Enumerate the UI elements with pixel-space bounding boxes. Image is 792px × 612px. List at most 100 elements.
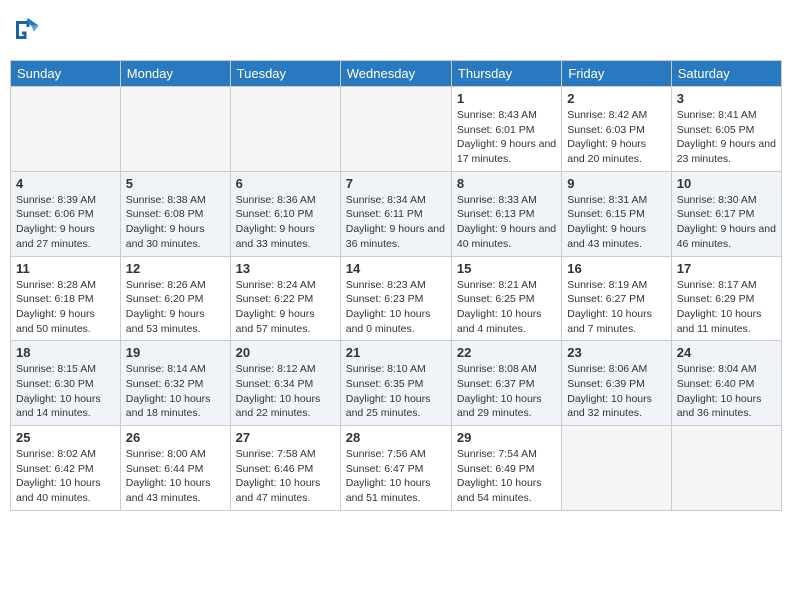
day-info: Sunrise: 7:56 AMSunset: 6:47 PMDaylight:… bbox=[346, 447, 446, 506]
week-row-5: 25Sunrise: 8:02 AMSunset: 6:42 PMDayligh… bbox=[11, 426, 782, 511]
day-number: 12 bbox=[126, 261, 225, 276]
week-row-3: 11 Sunrise: 8:28 AMSunset: 6:18 PMDayligh… bbox=[11, 256, 782, 341]
day-info: Sunrise: 8:14 AMSunset: 6:32 PMDaylight:… bbox=[126, 362, 225, 421]
day-info: Sunrise: 8:17 AMSunset: 6:29 PMDaylight:… bbox=[677, 278, 776, 337]
weekday-monday: Monday bbox=[120, 61, 230, 87]
calendar-cell bbox=[340, 87, 451, 172]
day-number: 3 bbox=[677, 91, 776, 106]
calendar-cell: 15Sunrise: 8:21 AMSunset: 6:25 PMDayligh… bbox=[451, 256, 561, 341]
day-number: 15 bbox=[457, 261, 556, 276]
day-number: 21 bbox=[346, 345, 446, 360]
day-info: Sunrise: 8:12 AMSunset: 6:34 PMDaylight:… bbox=[236, 362, 335, 421]
calendar-cell: 25Sunrise: 8:02 AMSunset: 6:42 PMDayligh… bbox=[11, 426, 121, 511]
day-number: 13 bbox=[236, 261, 335, 276]
day-number: 20 bbox=[236, 345, 335, 360]
calendar-cell: 13 Sunrise: 8:24 AMSunset: 6:22 PMDayligh… bbox=[230, 256, 340, 341]
calendar-cell: 28 Sunrise: 7:56 AMSunset: 6:47 PMDayligh… bbox=[340, 426, 451, 511]
day-number: 26 bbox=[126, 430, 225, 445]
day-info: Sunrise: 8:36 AMSunset: 6:10 PMDaylight:… bbox=[236, 193, 335, 252]
calendar-cell: 4Sunrise: 8:39 AMSunset: 6:06 PMDaylight… bbox=[11, 171, 121, 256]
day-number: 6 bbox=[236, 176, 335, 191]
calendar-cell bbox=[120, 87, 230, 172]
calendar-cell bbox=[671, 426, 781, 511]
day-number: 24 bbox=[677, 345, 776, 360]
day-number: 23 bbox=[567, 345, 665, 360]
day-number: 5 bbox=[126, 176, 225, 191]
day-info: Sunrise: 8:00 AMSunset: 6:44 PMDaylight:… bbox=[126, 447, 225, 506]
logo bbox=[10, 15, 44, 45]
day-info: Sunrise: 8:04 AMSunset: 6:40 PMDaylight:… bbox=[677, 362, 776, 421]
calendar-cell: 12 Sunrise: 8:26 AMSunset: 6:20 PMDayligh… bbox=[120, 256, 230, 341]
day-info: Sunrise: 8:24 AMSunset: 6:22 PMDaylight:… bbox=[236, 278, 335, 337]
day-info: Sunrise: 8:23 AMSunset: 6:23 PMDaylight:… bbox=[346, 278, 446, 337]
day-info: Sunrise: 8:43 AMSunset: 6:01 PMDaylight:… bbox=[457, 108, 556, 167]
day-number: 16 bbox=[567, 261, 665, 276]
day-info: Sunrise: 8:38 AMSunset: 6:08 PMDaylight:… bbox=[126, 193, 225, 252]
day-number: 4 bbox=[16, 176, 115, 191]
calendar-cell: 17 Sunrise: 8:17 AMSunset: 6:29 PMDayligh… bbox=[671, 256, 781, 341]
page-header bbox=[10, 10, 782, 50]
day-number: 17 bbox=[677, 261, 776, 276]
calendar-cell: 20 Sunrise: 8:12 AMSunset: 6:34 PMDayligh… bbox=[230, 341, 340, 426]
calendar-cell: 5 Sunrise: 8:38 AMSunset: 6:08 PMDaylight… bbox=[120, 171, 230, 256]
calendar-cell: 18 Sunrise: 8:15 AMSunset: 6:30 PMDayligh… bbox=[11, 341, 121, 426]
weekday-wednesday: Wednesday bbox=[340, 61, 451, 87]
day-info: Sunrise: 8:26 AMSunset: 6:20 PMDaylight:… bbox=[126, 278, 225, 337]
day-number: 29 bbox=[457, 430, 556, 445]
day-info: Sunrise: 8:28 AMSunset: 6:18 PMDaylight:… bbox=[16, 278, 115, 337]
calendar-cell: 2 Sunrise: 8:42 AMSunset: 6:03 PMDaylight… bbox=[562, 87, 671, 172]
calendar-cell: 6 Sunrise: 8:36 AMSunset: 6:10 PMDaylight… bbox=[230, 171, 340, 256]
day-info: Sunrise: 8:30 AMSunset: 6:17 PMDaylight:… bbox=[677, 193, 776, 252]
calendar-cell: 26 Sunrise: 8:00 AMSunset: 6:44 PMDayligh… bbox=[120, 426, 230, 511]
day-info: Sunrise: 7:54 AMSunset: 6:49 PMDaylight:… bbox=[457, 447, 556, 506]
calendar-cell: 9 Sunrise: 8:31 AMSunset: 6:15 PMDaylight… bbox=[562, 171, 671, 256]
day-info: Sunrise: 8:10 AMSunset: 6:35 PMDaylight:… bbox=[346, 362, 446, 421]
day-number: 8 bbox=[457, 176, 556, 191]
weekday-sunday: Sunday bbox=[11, 61, 121, 87]
calendar-cell: 29 Sunrise: 7:54 AMSunset: 6:49 PMDayligh… bbox=[451, 426, 561, 511]
day-info: Sunrise: 8:31 AMSunset: 6:15 PMDaylight:… bbox=[567, 193, 665, 252]
day-number: 10 bbox=[677, 176, 776, 191]
day-number: 9 bbox=[567, 176, 665, 191]
week-row-2: 4Sunrise: 8:39 AMSunset: 6:06 PMDaylight… bbox=[11, 171, 782, 256]
calendar-cell: 1 Sunrise: 8:43 AMSunset: 6:01 PMDaylight… bbox=[451, 87, 561, 172]
day-info: Sunrise: 7:58 AMSunset: 6:46 PMDaylight:… bbox=[236, 447, 335, 506]
weekday-saturday: Saturday bbox=[671, 61, 781, 87]
calendar-cell: 22 Sunrise: 8:08 AMSunset: 6:37 PMDayligh… bbox=[451, 341, 561, 426]
day-info: Sunrise: 8:15 AMSunset: 6:30 PMDaylight:… bbox=[16, 362, 115, 421]
day-number: 28 bbox=[346, 430, 446, 445]
day-number: 1 bbox=[457, 91, 556, 106]
calendar-cell bbox=[230, 87, 340, 172]
calendar-cell: 19 Sunrise: 8:14 AMSunset: 6:32 PMDayligh… bbox=[120, 341, 230, 426]
day-number: 14 bbox=[346, 261, 446, 276]
logo-icon bbox=[10, 15, 40, 45]
day-number: 2 bbox=[567, 91, 665, 106]
week-row-1: 1 Sunrise: 8:43 AMSunset: 6:01 PMDaylight… bbox=[11, 87, 782, 172]
calendar-cell: 16 Sunrise: 8:19 AMSunset: 6:27 PMDayligh… bbox=[562, 256, 671, 341]
calendar-cell: 14 Sunrise: 8:23 AMSunset: 6:23 PMDayligh… bbox=[340, 256, 451, 341]
day-number: 18 bbox=[16, 345, 115, 360]
calendar-cell: 10 Sunrise: 8:30 AMSunset: 6:17 PMDayligh… bbox=[671, 171, 781, 256]
day-number: 19 bbox=[126, 345, 225, 360]
weekday-tuesday: Tuesday bbox=[230, 61, 340, 87]
weekday-thursday: Thursday bbox=[451, 61, 561, 87]
day-info: Sunrise: 8:19 AMSunset: 6:27 PMDaylight:… bbox=[567, 278, 665, 337]
day-info: Sunrise: 8:34 AMSunset: 6:11 PMDaylight:… bbox=[346, 193, 446, 252]
calendar-cell: 11 Sunrise: 8:28 AMSunset: 6:18 PMDayligh… bbox=[11, 256, 121, 341]
day-number: 11 bbox=[16, 261, 115, 276]
weekday-header-row: SundayMondayTuesdayWednesdayThursdayFrid… bbox=[11, 61, 782, 87]
week-row-4: 18 Sunrise: 8:15 AMSunset: 6:30 PMDayligh… bbox=[11, 341, 782, 426]
day-info: Sunrise: 8:06 AMSunset: 6:39 PMDaylight:… bbox=[567, 362, 665, 421]
calendar-cell: 27Sunrise: 7:58 AMSunset: 6:46 PMDayligh… bbox=[230, 426, 340, 511]
calendar-body: 1 Sunrise: 8:43 AMSunset: 6:01 PMDaylight… bbox=[11, 87, 782, 511]
day-info: Sunrise: 8:33 AMSunset: 6:13 PMDaylight:… bbox=[457, 193, 556, 252]
calendar-cell bbox=[562, 426, 671, 511]
day-info: Sunrise: 8:42 AMSunset: 6:03 PMDaylight:… bbox=[567, 108, 665, 167]
day-info: Sunrise: 8:08 AMSunset: 6:37 PMDaylight:… bbox=[457, 362, 556, 421]
weekday-friday: Friday bbox=[562, 61, 671, 87]
calendar-cell: 7 Sunrise: 8:34 AMSunset: 6:11 PMDaylight… bbox=[340, 171, 451, 256]
calendar-cell: 21 Sunrise: 8:10 AMSunset: 6:35 PMDayligh… bbox=[340, 341, 451, 426]
day-number: 22 bbox=[457, 345, 556, 360]
day-number: 7 bbox=[346, 176, 446, 191]
calendar-cell: 23 Sunrise: 8:06 AMSunset: 6:39 PMDayligh… bbox=[562, 341, 671, 426]
